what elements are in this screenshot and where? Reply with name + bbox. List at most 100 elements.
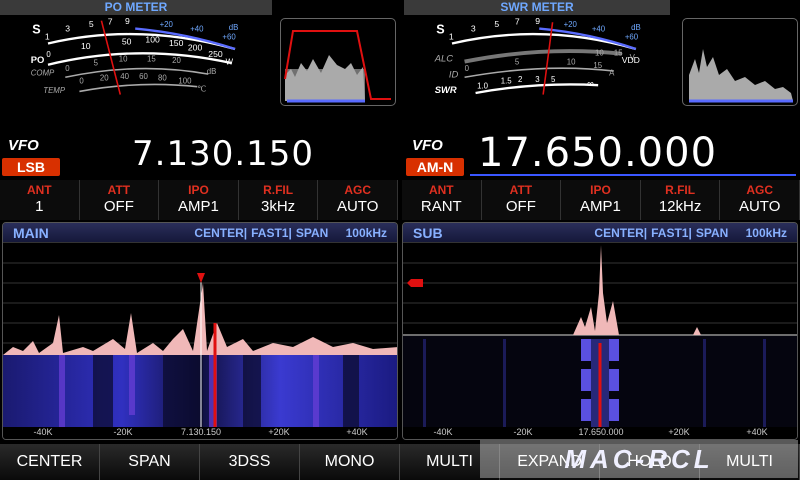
x-label: +20K [268, 427, 290, 437]
svg-text:∞: ∞ [587, 78, 594, 89]
param-key: IPO [188, 183, 209, 197]
sub-param-rfil[interactable]: R.FIL 12kHz [640, 180, 721, 220]
svg-text:1.0: 1.0 [477, 81, 489, 90]
po-meter-dial: S 1 3 5 7 9 +20 +40 +60 dB PO 0 10 50 10… [31, 16, 239, 95]
sub-spectrum [403, 245, 797, 429]
main-param-ipo[interactable]: IPO AMP1 [159, 180, 239, 220]
svg-text:80: 80 [158, 73, 167, 82]
sub-param-agc[interactable]: AGC AUTO [720, 180, 800, 220]
softkey-3dss[interactable]: 3DSS [200, 444, 300, 480]
param-value: 1 [35, 198, 44, 215]
svg-text:0: 0 [46, 50, 51, 59]
sub-frequency[interactable]: 17.650.000 [478, 130, 717, 176]
po-label: PO [31, 54, 45, 65]
main-param-ant[interactable]: ANT 1 [0, 180, 80, 220]
param-key: ANT [26, 183, 52, 197]
scope-speed: FAST1 [651, 226, 689, 240]
param-value: AMP1 [580, 198, 621, 215]
svg-text:40: 40 [120, 72, 129, 81]
svg-text:+40: +40 [190, 25, 204, 34]
main-scope-header: MAIN CENTER| FAST1| SPAN 100kHz [3, 223, 397, 243]
svg-text:20: 20 [172, 56, 181, 65]
sub-mini-scope [682, 18, 798, 106]
param-value: AUTO [738, 198, 781, 215]
main-spectrum [3, 262, 397, 429]
x-label: +40K [746, 427, 768, 437]
svg-text:℃: ℃ [197, 84, 206, 93]
svg-text:9: 9 [535, 16, 540, 26]
scope-span-value: 100kHz [745, 226, 787, 240]
svg-text:100: 100 [178, 77, 192, 86]
sub-param-ipo[interactable]: IPO AMP1 [561, 180, 641, 220]
sub-scope[interactable]: SUB CENTER| FAST1| SPAN 100kHz -40K -20K… [402, 222, 798, 440]
sub-meter-panel: SWR METER S 1 3 5 7 9 +20 +40 +60 dB ALC… [404, 0, 800, 132]
param-key: ANT [428, 183, 454, 197]
param-key: AGC [746, 183, 773, 197]
main-vfo-label: VFO [8, 137, 39, 154]
sub-vfo-label: VFO [412, 137, 443, 154]
param-value: OFF [505, 198, 536, 215]
x-label: +20K [668, 427, 690, 437]
sub-scope-header: SUB CENTER| FAST1| SPAN 100kHz [403, 223, 797, 243]
softkey-center[interactable]: CENTER [0, 444, 100, 480]
svg-text:dB: dB [207, 67, 217, 76]
sub-param-att[interactable]: ATT OFF [481, 180, 562, 220]
x-label: +40K [346, 427, 368, 437]
svg-text:1: 1 [449, 32, 454, 42]
main-meter-title: PO METER [0, 0, 272, 15]
scope-span-label: SPAN [295, 226, 329, 240]
main-frequency[interactable]: 7.130.150 [132, 134, 314, 174]
main-param-agc[interactable]: AGC AUTO [318, 180, 398, 220]
svg-text:60: 60 [139, 72, 148, 81]
svg-text:9: 9 [125, 16, 130, 26]
s-label: S [32, 22, 40, 36]
swr-label: SWR [435, 84, 457, 95]
svg-text:250: 250 [208, 49, 223, 59]
sub-meter-title: SWR METER [404, 0, 670, 15]
svg-text:10: 10 [81, 41, 91, 51]
svg-text:dB: dB [229, 23, 239, 32]
watermark-logo: MAC-RCL [480, 440, 798, 478]
svg-text:10: 10 [567, 58, 576, 67]
main-param-att[interactable]: ATT OFF [79, 180, 160, 220]
svg-text:1.5: 1.5 [501, 77, 513, 86]
svg-text:5: 5 [94, 59, 99, 68]
svg-text:+20: +20 [564, 20, 578, 29]
softkey-mono[interactable]: MONO [300, 444, 400, 480]
svg-text:+60: +60 [625, 33, 639, 42]
sub-marker-icon [407, 279, 423, 287]
svg-text:W: W [226, 58, 234, 67]
x-label: -20K [113, 427, 133, 437]
svg-text:2: 2 [518, 75, 522, 84]
scope-speed: FAST1 [251, 226, 289, 240]
x-label: -40K [33, 427, 53, 437]
main-param-rfil[interactable]: R.FIL 3kHz [238, 180, 319, 220]
svg-text:3: 3 [65, 24, 70, 34]
svg-text:7: 7 [515, 17, 520, 27]
svg-text:5: 5 [89, 19, 94, 29]
param-key: IPO [590, 183, 611, 197]
scope-mode-value: CENTER [194, 226, 244, 240]
svg-text:5: 5 [515, 58, 520, 67]
svg-text:0: 0 [79, 77, 84, 86]
main-meter-panel: PO METER S 1 3 5 7 9 +20 +40 +60 dB PO 0… [0, 0, 400, 132]
svg-text:200: 200 [188, 43, 203, 53]
param-value: RANT [420, 198, 462, 215]
softkey-span[interactable]: SPAN [100, 444, 200, 480]
main-scope[interactable]: MAIN CENTER| FAST1| SPAN 100kHz -40K -20… [2, 222, 398, 440]
sub-mode-badge[interactable]: AM-N [406, 158, 464, 176]
sub-param-ant[interactable]: ANT RANT [402, 180, 482, 220]
svg-text:1: 1 [45, 32, 50, 42]
svg-text:+60: +60 [222, 33, 236, 42]
svg-text:20: 20 [100, 73, 109, 82]
main-mode-badge[interactable]: LSB [2, 158, 60, 176]
svg-text:7: 7 [108, 17, 113, 27]
svg-text:100: 100 [145, 35, 160, 45]
sub-vfo-row: VFO AM-N 17.650.000 [404, 130, 800, 178]
svg-text:3: 3 [535, 75, 540, 84]
main-scope-mode: CENTER| FAST1| SPAN 100kHz [194, 226, 387, 240]
main-scope-title: MAIN [13, 225, 49, 241]
main-mini-scope [280, 18, 396, 106]
svg-text:10: 10 [595, 48, 604, 57]
scope-mode-value: CENTER [594, 226, 644, 240]
